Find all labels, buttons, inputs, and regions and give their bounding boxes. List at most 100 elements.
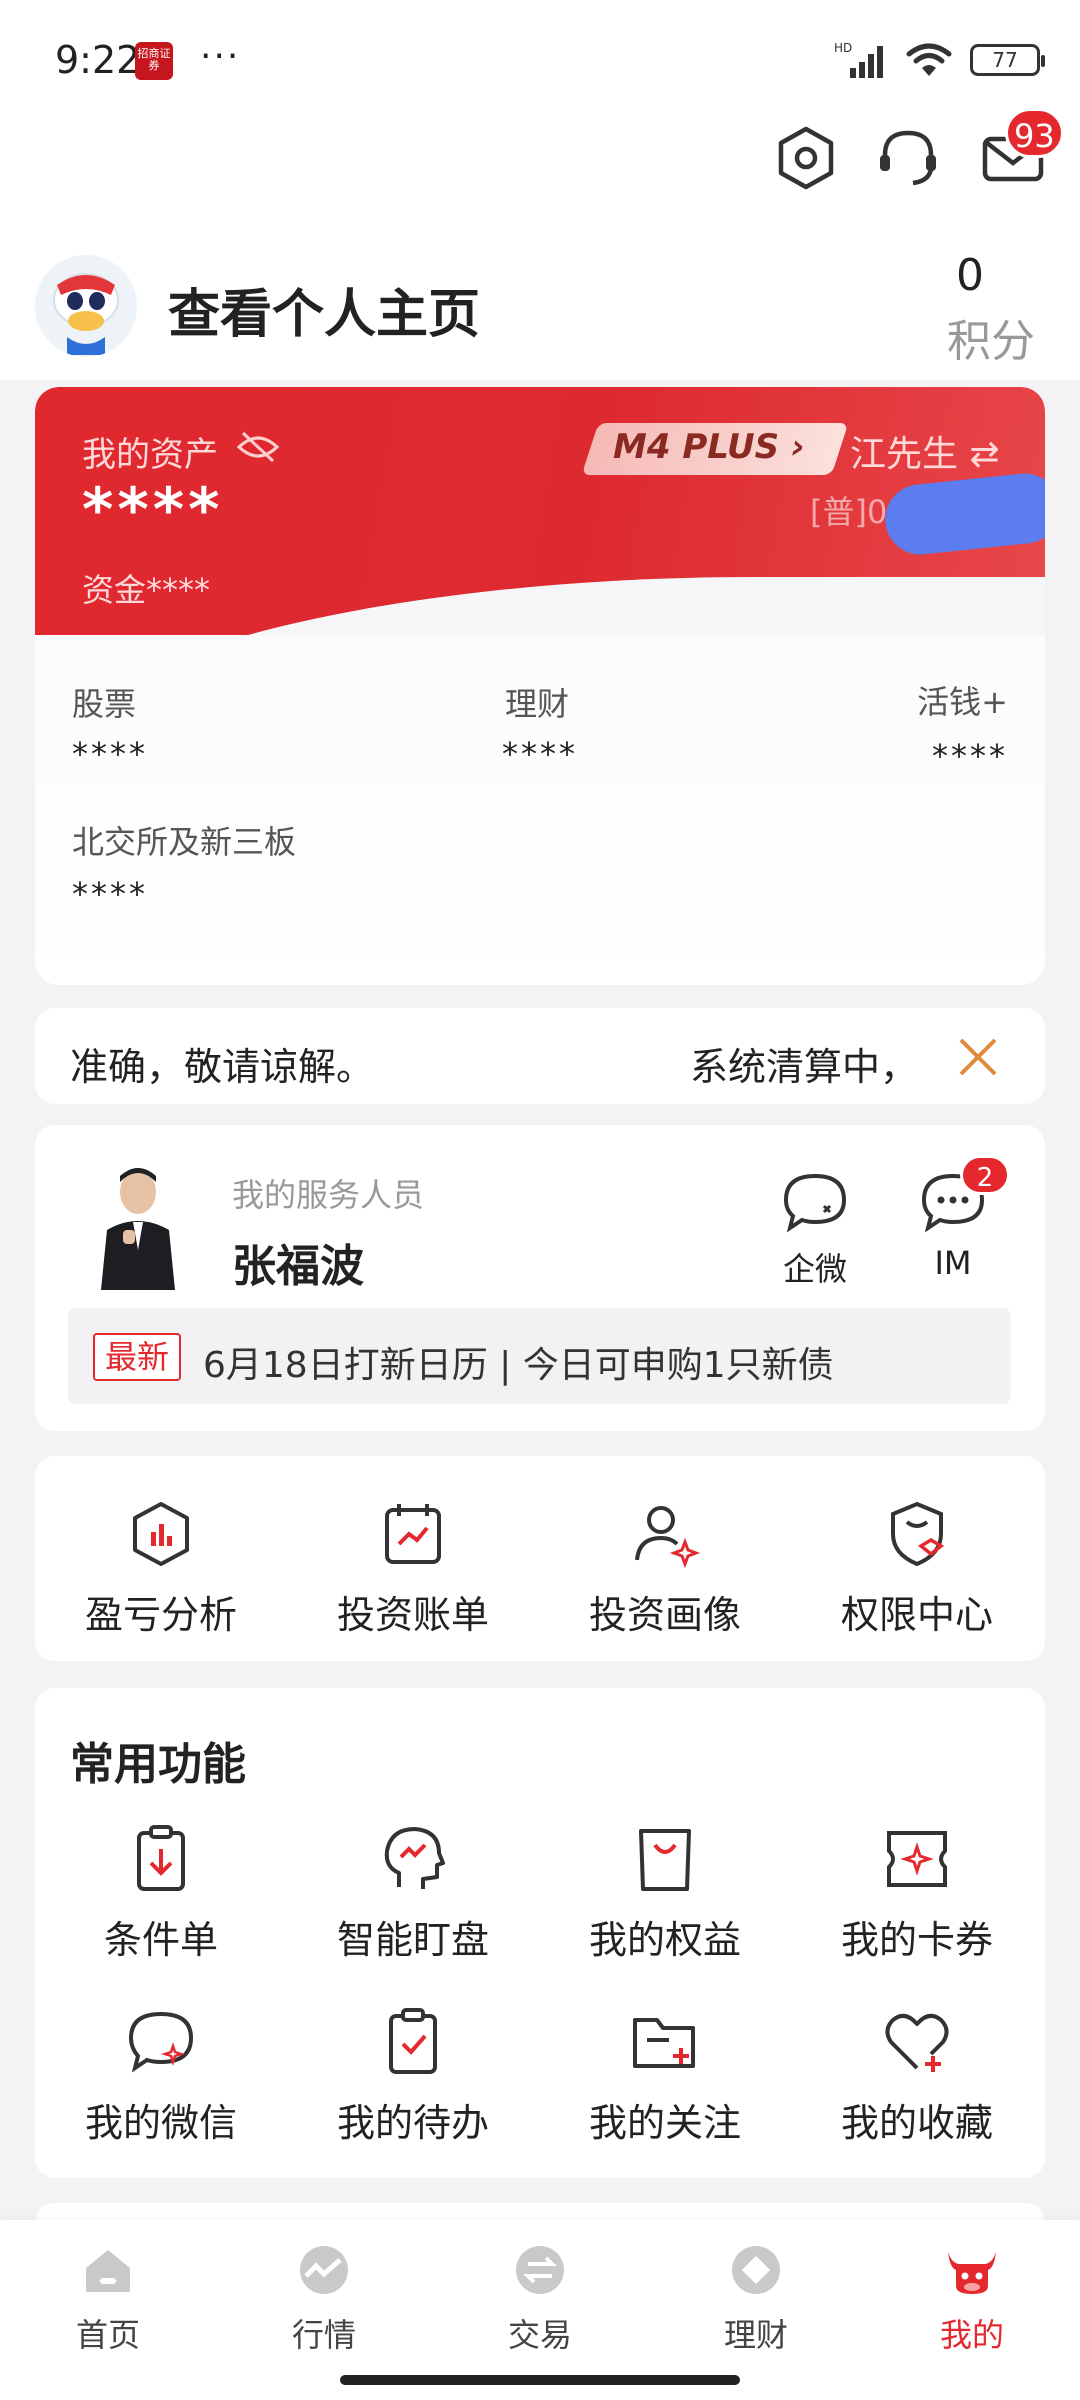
asset-summary-banner[interactable]: 我的资产 **** 资金**** M4 PLUS › 江先生 ⇄ [普]05 — [35, 387, 1045, 635]
points-label[interactable]: 积分 — [947, 305, 1035, 369]
home-indicator[interactable] — [340, 2375, 740, 2385]
news-bar[interactable]: 最新 6月18日打新日历 | 今日可申购1只新债 — [68, 1308, 1011, 1404]
nav-home[interactable]: 首页 — [38, 2242, 178, 2356]
customer-service-icon[interactable] — [875, 125, 941, 191]
cash-plus-label[interactable]: 活钱+ — [917, 677, 1008, 723]
market-icon — [300, 2246, 348, 2294]
view-profile-link[interactable]: 查看个人主页 — [168, 272, 480, 347]
chevron-right-icon: › — [791, 427, 806, 467]
funds-value: **** — [146, 571, 211, 609]
condition-order-icon — [137, 1825, 185, 1891]
func-label: 我的卡券 — [840, 1918, 993, 1962]
im-label: IM — [934, 1244, 972, 1282]
nav-label: 我的 — [939, 2316, 1004, 2354]
func-smart-watch[interactable]: 智能盯盘 — [287, 1823, 539, 1964]
wealth-icon — [732, 2246, 780, 2294]
common-functions: 常用功能 条件单 智能盯盘 我的权益 我的卡券 我的微信 我的待办 我的关注 我… — [35, 1688, 1045, 2178]
mascot-avatar-icon — [35, 255, 137, 357]
user-name: 江先生 — [850, 434, 959, 475]
battery-level: 77 — [992, 48, 1018, 72]
tool-profit-analysis[interactable]: 盈亏分析 — [35, 1498, 287, 1639]
rights-icon — [639, 1829, 691, 1891]
bill-icon — [385, 1504, 441, 1564]
func-my-favorites[interactable]: 我的收藏 — [791, 2006, 1043, 2147]
nav-label: 行情 — [291, 2316, 356, 2354]
nav-wealth[interactable]: 理财 — [686, 2242, 826, 2356]
coupon-icon — [887, 1831, 947, 1887]
wechat-icon — [128, 2011, 194, 2073]
smart-watch-icon — [384, 1827, 445, 1889]
network-label: HD — [834, 41, 852, 55]
level-badge-text: M4 PLUS — [613, 427, 780, 467]
hide-eye-icon[interactable] — [235, 429, 281, 465]
funds-label: 资金 — [82, 571, 147, 609]
func-my-coupons[interactable]: 我的卡券 — [791, 1823, 1043, 1964]
home-icon — [86, 2250, 130, 2292]
service-card: 我的服务人员 张福波 企微 IM 2 最新 6月18日打新日历 | 今日可申购1… — [35, 1125, 1045, 1431]
favorite-heart-icon — [885, 2013, 949, 2072]
wealth-label[interactable]: 理财 — [505, 679, 569, 725]
wifi-icon — [906, 43, 952, 76]
advisor-name: 张福波 — [232, 1241, 364, 1292]
quick-tools: 盈亏分析 投资账单 投资画像 权限中心 — [35, 1456, 1045, 1661]
wealth-value: **** — [502, 735, 578, 773]
status-indicators: HD 77 — [832, 40, 1045, 80]
wecom-label: 企微 — [782, 1250, 847, 1288]
func-label: 我的权益 — [588, 1918, 741, 1962]
bse-neeq-value: **** — [72, 875, 148, 913]
advisor-label: 我的服务人员 — [232, 1176, 425, 1214]
mine-bull-icon — [948, 2252, 996, 2294]
func-label: 我的关注 — [588, 2101, 741, 2145]
tool-investment-portrait[interactable]: 投资画像 — [539, 1498, 791, 1639]
portrait-icon — [635, 1506, 701, 1569]
total-asset-value: **** — [82, 475, 224, 545]
stock-value: **** — [72, 735, 148, 773]
bse-neeq-label[interactable]: 北交所及新三板 — [72, 817, 296, 863]
status-bar: 9:22 招商证券 ··· HD 77 — [0, 0, 1080, 110]
follow-folder-icon — [633, 2018, 695, 2068]
notice-bar[interactable]: 准确，敬请谅解。 系统清算中， — [35, 1008, 1045, 1104]
news-text: 6月18日打新日历 | 今日可申购1只新债 — [203, 1345, 834, 1386]
asset-card[interactable]: 我的资产 **** 资金**** M4 PLUS › 江先生 ⇄ [普]05 股… — [35, 387, 1045, 985]
settings-icon[interactable] — [773, 125, 839, 191]
permission-icon — [891, 1501, 945, 1567]
signal-icon: HD — [834, 41, 883, 78]
func-label: 我的收藏 — [840, 2101, 993, 2145]
func-my-todo[interactable]: 我的待办 — [287, 2006, 539, 2147]
notice-text-left: 准确，敬请谅解。 — [70, 1045, 375, 1089]
common-title: 常用功能 — [70, 1739, 246, 1790]
redaction-blob — [881, 470, 1045, 558]
nav-market[interactable]: 行情 — [254, 2242, 394, 2356]
nav-trade[interactable]: 交易 — [470, 2242, 610, 2356]
func-my-rights[interactable]: 我的权益 — [539, 1823, 791, 1964]
nav-label: 交易 — [507, 2316, 572, 2354]
wecom-chat-icon — [783, 1173, 847, 1233]
func-my-follow[interactable]: 我的关注 — [539, 2006, 791, 2147]
wecom-button[interactable]: 企微 — [770, 1170, 860, 1290]
func-condition-order[interactable]: 条件单 — [35, 1823, 287, 1964]
asset-label: 我的资产 — [82, 427, 218, 476]
func-my-wechat[interactable]: 我的微信 — [35, 2006, 287, 2147]
more-notifications-icon: ··· — [200, 36, 241, 77]
status-time: 9:22 — [55, 38, 141, 82]
tool-permission-center[interactable]: 权限中心 — [791, 1498, 1043, 1639]
points-value[interactable]: 0 — [930, 250, 1010, 301]
profit-loss-icon — [133, 1502, 189, 1566]
trade-icon — [516, 2246, 564, 2294]
cash-plus-value: **** — [932, 737, 1008, 775]
account-switch[interactable]: 江先生 ⇄ — [850, 425, 1000, 477]
app-icon-text: 招商证券 — [137, 47, 171, 72]
tool-investment-bill[interactable]: 投资账单 — [287, 1498, 539, 1639]
advisor-photo[interactable] — [93, 1160, 183, 1290]
switch-arrows-icon: ⇄ — [969, 434, 1000, 475]
battery-icon: 77 — [970, 44, 1045, 76]
nav-mine[interactable]: 我的 — [902, 2242, 1042, 2356]
stock-label[interactable]: 股票 — [72, 679, 136, 725]
nav-label: 首页 — [75, 2316, 140, 2354]
avatar[interactable] — [35, 255, 137, 357]
level-badge[interactable]: M4 PLUS › — [613, 427, 805, 467]
func-label: 我的微信 — [84, 2101, 237, 2145]
close-icon[interactable] — [957, 1036, 999, 1078]
tool-label: 盈亏分析 — [84, 1593, 237, 1637]
mail-badge: 93 — [1005, 108, 1064, 158]
